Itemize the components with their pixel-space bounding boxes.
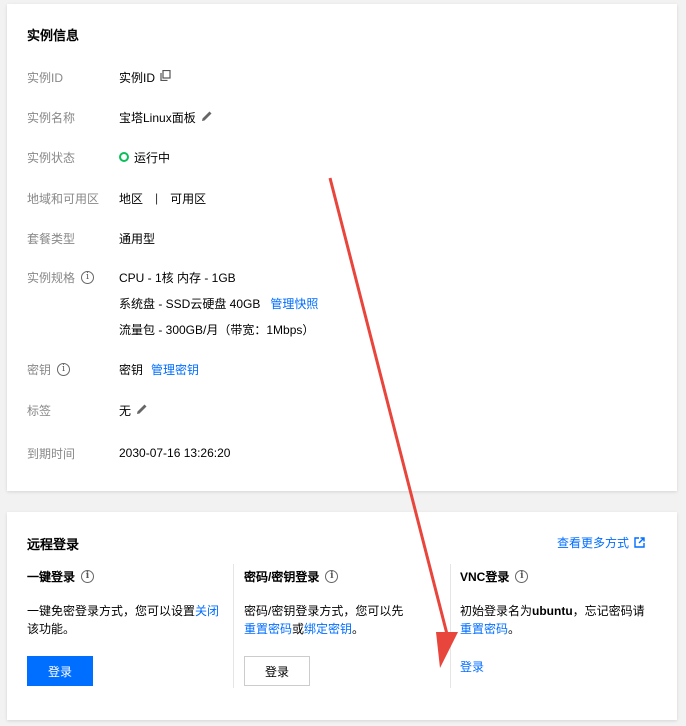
instance-name-text: 宝塔Linux面板 [119, 110, 196, 125]
remote-login-title: 远程登录 [27, 537, 80, 552]
password-desc: 密码/密钥登录方式，您可以先 重置密码或绑定密钥。 [244, 602, 449, 638]
info-icon[interactable]: i [81, 570, 95, 583]
more-methods-link[interactable]: 查看更多方式 [557, 534, 645, 551]
password-desc-suffix: 。 [352, 622, 365, 636]
vnc-login-title: VNC登录 i [460, 568, 665, 585]
one-click-title-text: 一键登录 [27, 570, 76, 584]
label-region: 地域和可用区 [27, 191, 100, 206]
manage-key-link[interactable]: 管理密钥 [151, 361, 199, 378]
edit-tags-icon[interactable] [136, 403, 148, 418]
instance-id-text: 实例ID [119, 70, 156, 85]
spec-label-text: 实例规格 [27, 270, 76, 285]
password-login-button[interactable]: 登录 [244, 656, 310, 686]
value-expiry: 2030-07-16 13:26:20 [119, 446, 231, 460]
vnc-desc-text: 初始登录名为 [460, 604, 533, 618]
vnc-reset-password-link[interactable]: 重置密码 [460, 622, 508, 636]
zone-text: 可用区 [170, 191, 207, 206]
divider [233, 564, 234, 688]
region-separator: | [155, 191, 159, 205]
manage-snapshot-link[interactable]: 管理快照 [270, 295, 318, 312]
password-login-section: 密码/密钥登录 i 密码/密钥登录方式，您可以先 重置密码或绑定密钥。 [244, 568, 449, 638]
one-click-desc-suffix: 该功能。 [27, 622, 76, 636]
copy-icon[interactable] [160, 69, 171, 84]
label-spec: 实例规格 i [27, 269, 95, 286]
value-tags: 无 [119, 402, 148, 419]
vnc-desc-mid: ，忘记密码请 [572, 604, 645, 618]
label-plan-type: 套餐类型 [27, 231, 76, 246]
vnc-username: ubuntu [532, 604, 573, 618]
label-expiry: 到期时间 [27, 446, 76, 461]
tags-text: 无 [119, 403, 132, 418]
status-text: 运行中 [134, 150, 171, 165]
spec-line-1: CPU - 1核 内存 - 1GB [119, 270, 236, 285]
label-instance-id: 实例ID [27, 70, 64, 85]
spec-line-3: 流量包 - 300GB/月（带宽：1Mbps） [119, 322, 315, 337]
key-label-text: 密钥 [27, 362, 52, 377]
vnc-desc-suffix: 。 [508, 622, 521, 636]
vnc-title-text: VNC登录 [460, 570, 510, 584]
info-icon[interactable]: i [81, 270, 95, 284]
value-region: 地区 | 可用区 [119, 190, 206, 207]
label-key: 密钥 i [27, 361, 71, 378]
password-desc-or: 或 [292, 622, 305, 636]
key-text: 密钥 [119, 362, 144, 377]
info-icon[interactable]: i [325, 570, 339, 583]
status-running-icon [119, 152, 129, 162]
label-tags: 标签 [27, 403, 52, 418]
value-instance-status: 运行中 [119, 149, 170, 166]
one-click-desc: 一键免密登录方式，您可以设置关闭该功能。 [27, 602, 227, 638]
spec-disk-text: 系统盘 - SSD云硬盘 40GB [119, 296, 261, 311]
instance-info-card: 实例信息 实例ID 实例ID 实例名称 宝塔Linux面板 实例状态 运行中 地… [7, 4, 677, 491]
reset-password-link[interactable]: 重置密码 [244, 622, 292, 636]
vnc-desc: 初始登录名为ubuntu，忘记密码请重置密码。 [460, 602, 665, 638]
divider [450, 564, 451, 688]
password-login-title: 密码/密钥登录 i [244, 568, 449, 585]
spec-line-2: 系统盘 - SSD云硬盘 40GB 管理快照 [119, 295, 318, 312]
value-plan-type: 通用型 [119, 231, 156, 246]
one-click-login-title: 一键登录 i [27, 568, 227, 585]
vnc-login-link[interactable]: 登录 [460, 658, 484, 675]
info-icon[interactable]: i [57, 362, 71, 376]
label-instance-status: 实例状态 [27, 150, 76, 165]
password-title-text: 密码/密钥登录 [244, 570, 320, 584]
password-desc-text: 密码/密钥登录方式，您可以先 [244, 604, 404, 618]
value-key: 密钥 管理密钥 [119, 361, 199, 378]
instance-info-title: 实例信息 [27, 28, 80, 43]
one-click-desc-text: 一键免密登录方式，您可以设置 [27, 604, 196, 618]
edit-name-icon[interactable] [201, 110, 213, 125]
info-icon[interactable]: i [515, 570, 529, 583]
one-click-login-button[interactable]: 登录 [27, 656, 93, 686]
value-instance-id: 实例ID [119, 69, 171, 86]
external-link-icon [634, 537, 645, 548]
disable-link[interactable]: 关闭 [195, 604, 219, 618]
one-click-login-section: 一键登录 i 一键免密登录方式，您可以设置关闭该功能。 [27, 568, 227, 638]
region-text: 地区 [119, 191, 144, 206]
bind-key-link[interactable]: 绑定密钥 [304, 622, 352, 636]
remote-login-card: 远程登录 查看更多方式 一键登录 i 一键免密登录方式，您可以设置关闭 该功能。 … [7, 512, 677, 720]
value-instance-name: 宝塔Linux面板 [119, 109, 213, 126]
more-methods-text: 查看更多方式 [556, 536, 629, 550]
label-instance-name: 实例名称 [27, 110, 76, 125]
vnc-login-section: VNC登录 i 初始登录名为ubuntu，忘记密码请重置密码。 [460, 568, 665, 638]
